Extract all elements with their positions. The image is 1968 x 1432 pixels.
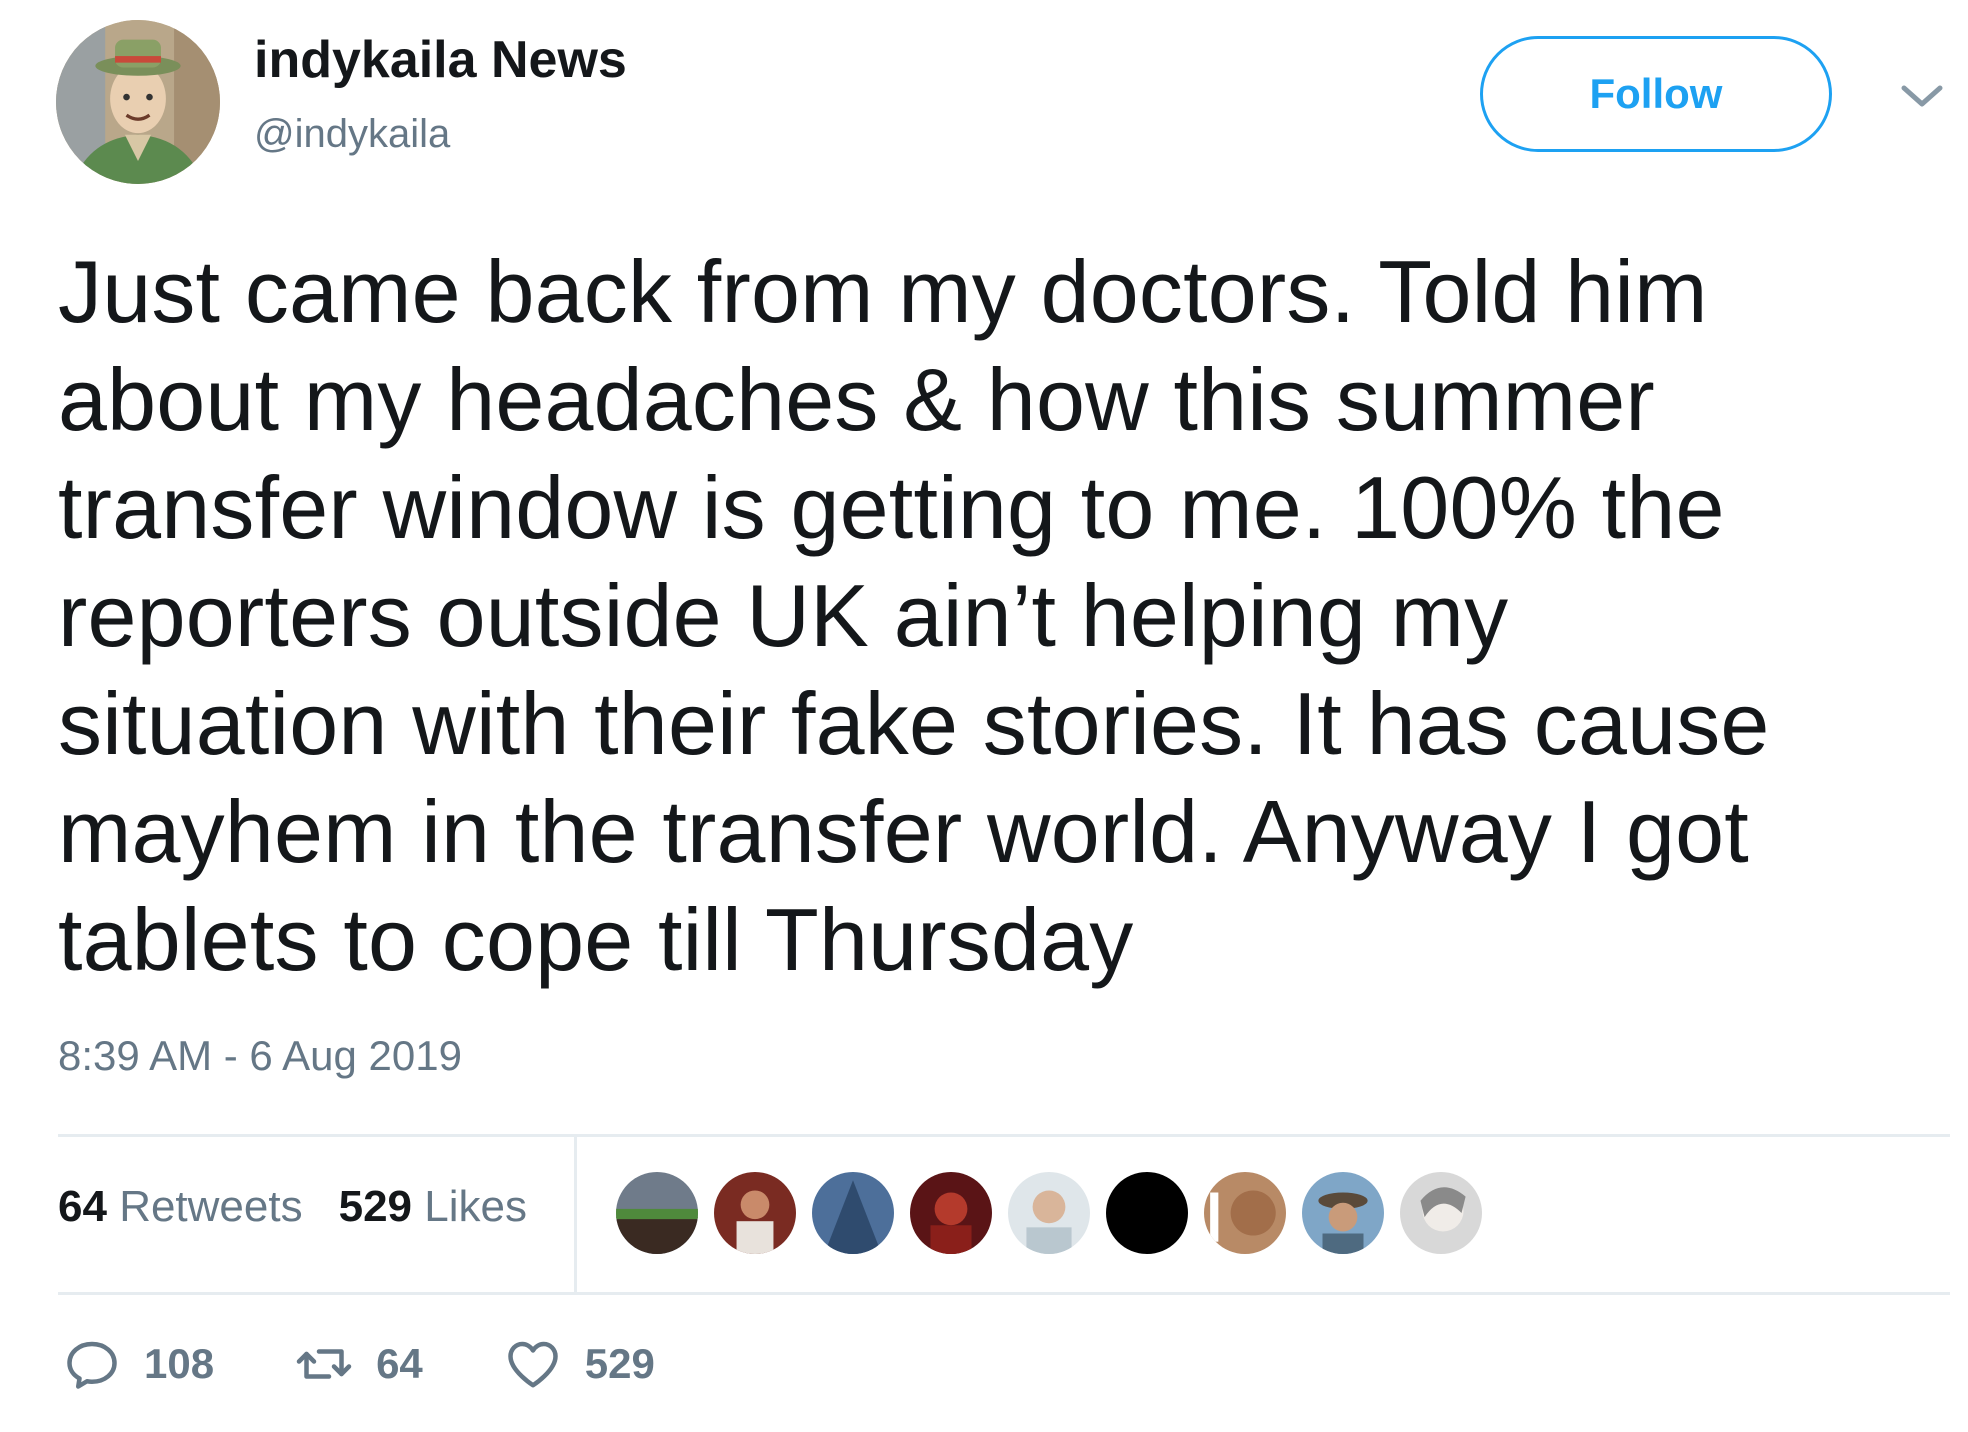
- retweet-button[interactable]: 64: [294, 1334, 423, 1394]
- retweets-stat-label: Retweets: [119, 1182, 303, 1231]
- cartoon-man-with-hat-avatar-icon: [56, 20, 220, 184]
- heart-icon: [508, 1341, 558, 1388]
- retweet-icon: [296, 1349, 352, 1379]
- like-count: 529: [584, 1340, 655, 1387]
- retweets-stat-count: 64: [58, 1182, 107, 1231]
- likes-stat-label: Likes: [424, 1182, 527, 1231]
- author-handle[interactable]: @indykaila: [254, 112, 450, 157]
- tweet-card: indykaila News @indykaila Follow Just ca…: [0, 0, 1968, 1432]
- liker-avatar[interactable]: [812, 1172, 894, 1254]
- reply-button[interactable]: 108: [62, 1334, 214, 1394]
- reply-icon: [67, 1341, 117, 1389]
- chevron-down-icon[interactable]: [1898, 82, 1946, 112]
- reply-count: 108: [144, 1340, 215, 1387]
- stats-divider: [574, 1136, 577, 1294]
- tweet-stats: 64 Retweets 529 Likes: [58, 1182, 527, 1232]
- tweet-actions: 108 64 529: [62, 1334, 735, 1394]
- author-avatar[interactable]: [56, 20, 220, 184]
- likes-stat-count: 529: [338, 1182, 413, 1231]
- tweet-timestamp[interactable]: 8:39 AM - 6 Aug 2019: [58, 1032, 462, 1080]
- like-button[interactable]: 529: [503, 1334, 655, 1394]
- retweet-count: 64: [376, 1340, 423, 1387]
- liker-avatar[interactable]: [910, 1172, 992, 1254]
- liker-avatar[interactable]: [1400, 1172, 1482, 1254]
- liker-avatar[interactable]: [714, 1172, 796, 1254]
- retweets-stat[interactable]: 64 Retweets: [58, 1182, 303, 1232]
- tweet-text: Just came back from my doctors. Told him…: [58, 242, 1770, 989]
- likes-stat[interactable]: 529 Likes: [339, 1182, 527, 1232]
- divider: [58, 1292, 1950, 1295]
- liker-avatars: [616, 1172, 1482, 1254]
- author-display-name[interactable]: indykaila News: [254, 30, 627, 90]
- liker-avatar[interactable]: [1008, 1172, 1090, 1254]
- liker-avatar[interactable]: [1106, 1172, 1188, 1254]
- liker-avatar[interactable]: [616, 1172, 698, 1254]
- liker-avatar[interactable]: [1302, 1172, 1384, 1254]
- liker-avatar[interactable]: [1204, 1172, 1286, 1254]
- divider: [58, 1134, 1950, 1137]
- follow-button[interactable]: Follow: [1480, 36, 1832, 152]
